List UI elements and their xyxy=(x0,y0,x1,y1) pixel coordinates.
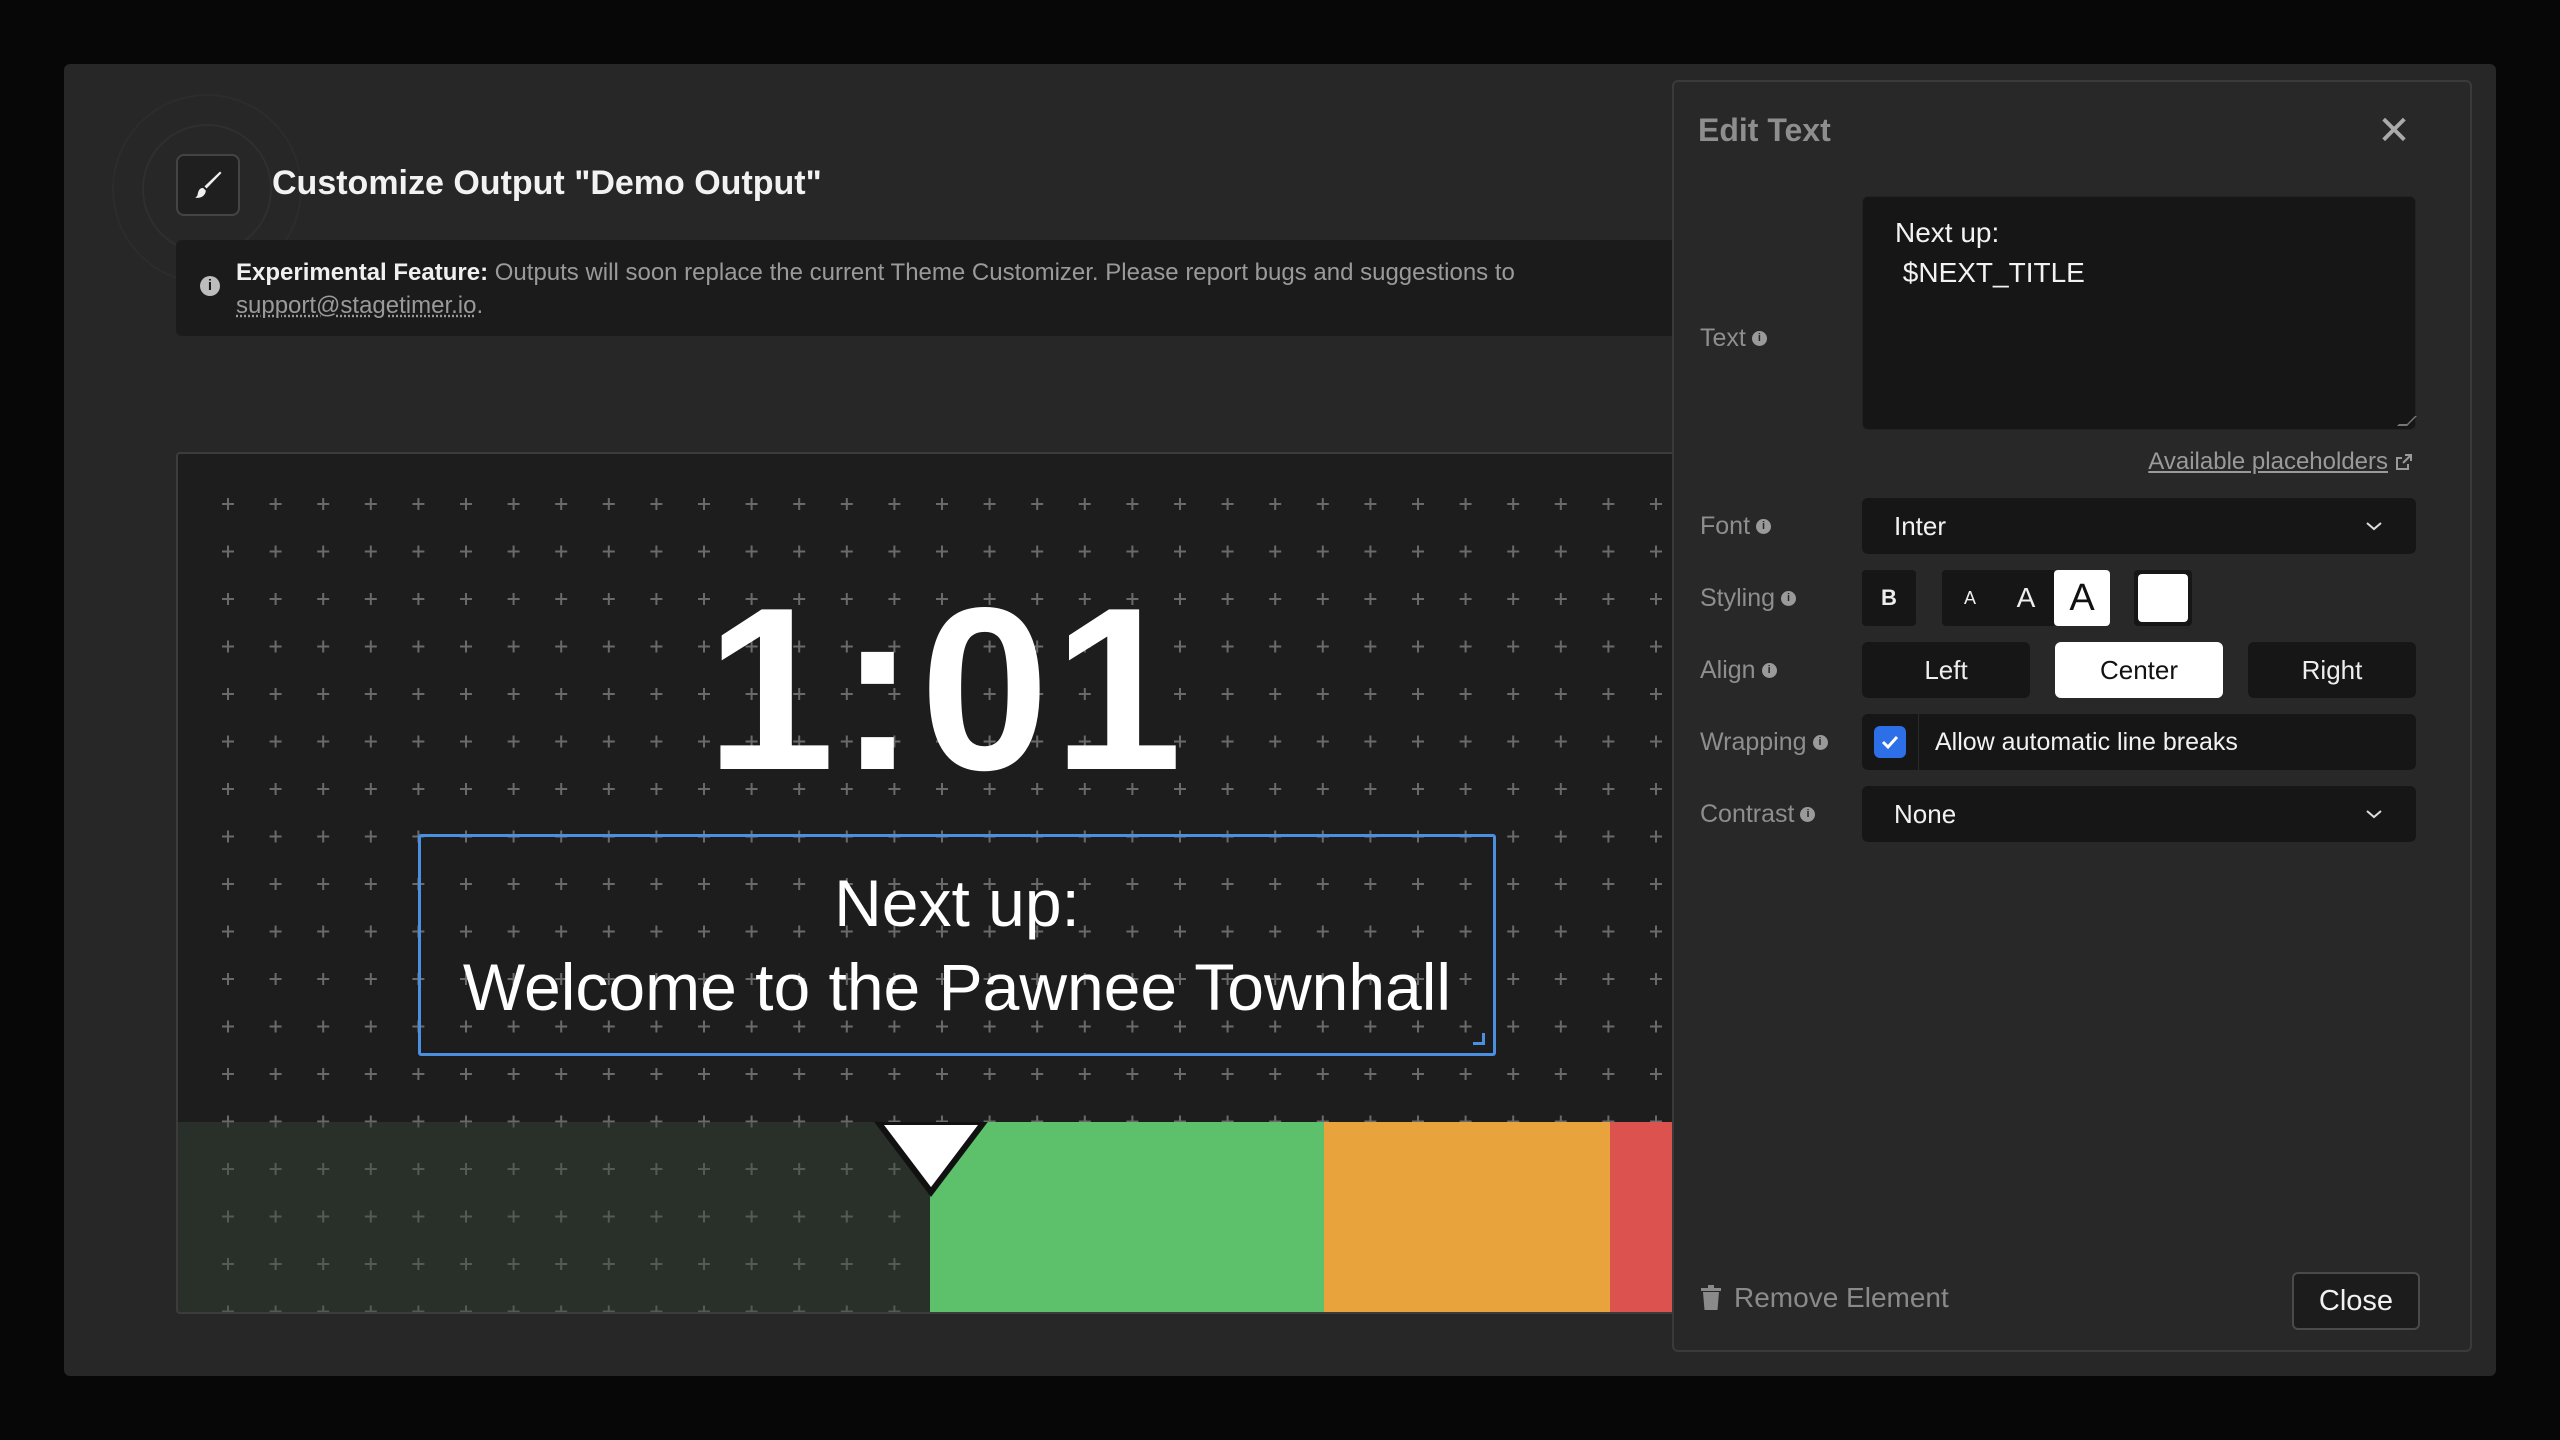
text-element-line1: Next up: xyxy=(834,866,1080,940)
align-label-text: Align xyxy=(1700,656,1756,684)
placeholders-link-text[interactable]: Available placeholders xyxy=(2148,448,2388,476)
contrast-label-text: Contrast xyxy=(1700,800,1795,828)
modal-title: Customize Output "Demo Output" xyxy=(272,164,822,202)
experimental-notice: i Experimental Feature: Outputs will soo… xyxy=(176,240,1712,336)
contrast-select[interactable]: None xyxy=(1862,786,2416,842)
font-select[interactable]: Inter xyxy=(1862,498,2416,554)
notice-suffix: . xyxy=(476,292,484,319)
chevron-down-icon xyxy=(2366,522,2382,531)
text-label: Text i xyxy=(1700,324,1767,353)
color-swatch xyxy=(2138,574,2188,622)
checkmark-icon xyxy=(1881,735,1899,750)
progress-elapsed-segment xyxy=(178,1122,930,1312)
font-label-text: Font xyxy=(1700,512,1751,540)
wrapping-control: Allow automatic line breaks xyxy=(1862,714,2416,770)
wrapping-label: Wrapping i xyxy=(1700,728,1828,757)
close-icon[interactable]: ✕ xyxy=(2374,108,2414,154)
align-left-button[interactable]: Left xyxy=(1862,642,2030,698)
styling-label: Styling i xyxy=(1700,584,1797,613)
text-element-line2: Welcome to the Pawnee Townhall xyxy=(462,950,1452,1024)
close-button[interactable]: Close xyxy=(2292,1272,2420,1330)
wrapping-checkbox[interactable] xyxy=(1874,726,1906,758)
remove-element-label: Remove Element xyxy=(1734,1282,1949,1313)
align-center-button[interactable]: Center xyxy=(2055,642,2223,698)
font-size-large-button[interactable]: A xyxy=(2054,570,2110,626)
text-label-text: Text xyxy=(1700,324,1746,352)
output-preview-canvas[interactable]: 1:01 Next up: Welcome to the Pawnee Town… xyxy=(176,452,1712,1314)
external-link-icon xyxy=(2396,454,2412,470)
info-icon: i xyxy=(200,276,220,296)
font-label: Font i xyxy=(1700,512,1772,541)
edit-text-panel: Edit Text ✕ Text i Next up: $NEXT_TITLE A… xyxy=(1672,80,2472,1352)
trash-icon xyxy=(1701,1285,1721,1310)
notice-text: Outputs will soon replace the current Th… xyxy=(488,259,1515,286)
panel-title: Edit Text xyxy=(1698,112,1831,148)
font-size-small-button[interactable]: A xyxy=(1942,570,1998,626)
color-picker-button[interactable] xyxy=(2134,570,2192,626)
wrapping-label-text: Wrapping xyxy=(1700,728,1807,756)
chevron-down-icon xyxy=(2366,810,2382,819)
contrast-select-value: None xyxy=(1894,798,1957,829)
text-input[interactable]: Next up: $NEXT_TITLE xyxy=(1862,196,2416,430)
available-placeholders-link[interactable]: Available placeholders xyxy=(2148,448,2414,476)
info-icon[interactable]: i xyxy=(1751,331,1767,346)
wrapping-text: Allow automatic line breaks xyxy=(1935,727,2238,756)
support-email-link[interactable]: support@stagetimer.io xyxy=(236,292,476,319)
progress-orange-segment xyxy=(1324,1122,1610,1312)
selected-text-element[interactable]: Next up: Welcome to the Pawnee Townhall xyxy=(418,834,1496,1056)
paintbrush-icon xyxy=(176,154,240,216)
notice-label: Experimental Feature: xyxy=(236,259,489,286)
resize-handle[interactable] xyxy=(1473,1033,1485,1045)
divider xyxy=(1918,714,1919,770)
contrast-label: Contrast i xyxy=(1700,800,1816,829)
remove-element-button[interactable]: Remove Element xyxy=(1700,1282,1949,1314)
align-right-button[interactable]: Right xyxy=(2248,642,2416,698)
font-size-medium-button[interactable]: A xyxy=(1998,570,2054,626)
info-icon[interactable]: i xyxy=(1761,663,1777,678)
info-icon[interactable]: i xyxy=(1756,519,1772,534)
align-label: Align i xyxy=(1700,656,1777,685)
bold-button[interactable]: B xyxy=(1862,570,1916,626)
font-select-value: Inter xyxy=(1894,510,1947,541)
info-icon[interactable]: i xyxy=(1812,735,1828,750)
styling-label-text: Styling xyxy=(1700,584,1776,612)
timer-display[interactable]: 1:01 xyxy=(178,574,1710,806)
info-icon[interactable]: i xyxy=(1781,591,1797,606)
progress-marker-icon xyxy=(874,1122,988,1197)
info-icon[interactable]: i xyxy=(1800,807,1816,822)
